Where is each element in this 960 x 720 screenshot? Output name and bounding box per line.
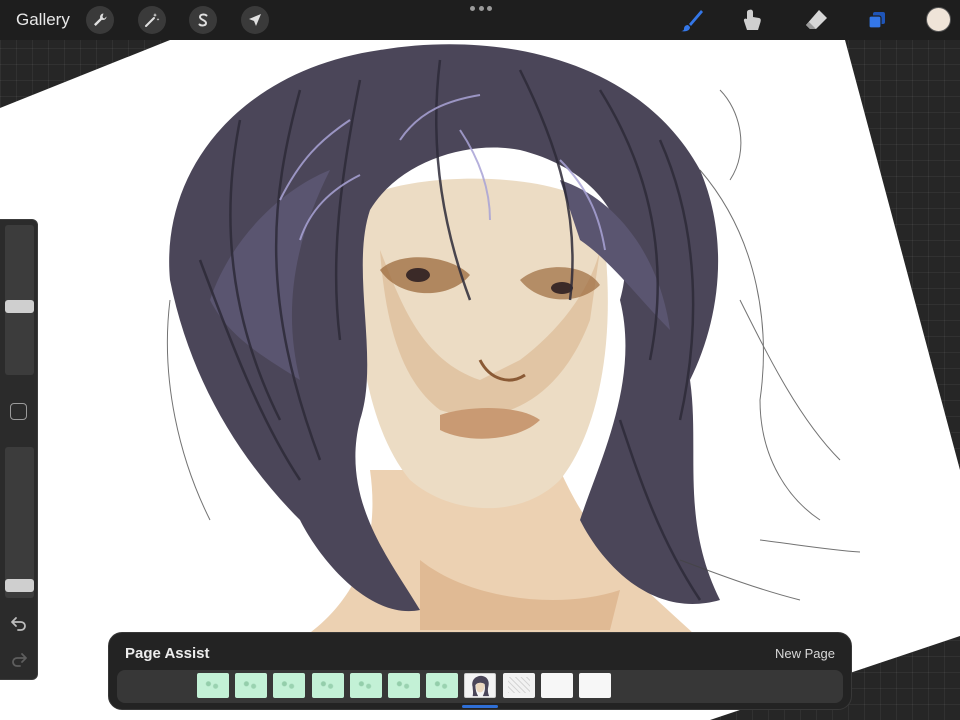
selection-button[interactable] bbox=[189, 6, 217, 34]
square-modify-icon[interactable] bbox=[10, 403, 27, 420]
page-thumbnail[interactable] bbox=[464, 673, 496, 698]
page-thumbnail[interactable] bbox=[235, 673, 267, 698]
top-toolbar: Gallery bbox=[0, 0, 960, 40]
selected-page-indicator bbox=[462, 705, 498, 708]
page-assist-title: Page Assist bbox=[125, 645, 210, 662]
page-thumbnail[interactable] bbox=[426, 673, 458, 698]
undo-icon bbox=[11, 617, 26, 631]
actions-button[interactable] bbox=[86, 6, 114, 34]
magic-wand-icon bbox=[145, 13, 160, 27]
wrench-icon bbox=[94, 13, 107, 26]
portrait-thumbnail-icon bbox=[465, 674, 495, 697]
redo-button[interactable] bbox=[8, 648, 30, 670]
brush-tool-button[interactable] bbox=[677, 5, 707, 35]
drawing-canvas[interactable] bbox=[0, 0, 960, 720]
page-thumbnail[interactable] bbox=[312, 673, 344, 698]
page-thumbnail[interactable] bbox=[541, 673, 573, 698]
layers-icon bbox=[868, 12, 885, 29]
transform-button[interactable] bbox=[241, 6, 269, 34]
page-thumbnail[interactable] bbox=[273, 673, 305, 698]
left-sidebar bbox=[0, 219, 38, 680]
new-page-button[interactable]: New Page bbox=[775, 645, 835, 663]
brush-icon bbox=[681, 10, 703, 32]
brush-size-slider[interactable] bbox=[5, 225, 34, 375]
eraser-icon bbox=[806, 10, 827, 29]
eraser-tool-button[interactable] bbox=[801, 5, 831, 35]
layers-button[interactable] bbox=[862, 5, 892, 35]
page-thumbnail[interactable] bbox=[350, 673, 382, 698]
page-thumbnail[interactable] bbox=[197, 673, 229, 698]
redo-icon bbox=[12, 653, 27, 667]
smudge-icon bbox=[743, 9, 761, 30]
undo-button[interactable] bbox=[8, 612, 30, 634]
page-assist-panel: Page Assist New Page bbox=[108, 632, 852, 710]
page-thumbnail[interactable] bbox=[579, 673, 611, 698]
smudge-tool-button[interactable] bbox=[737, 5, 767, 35]
brush-size-thumb[interactable] bbox=[5, 300, 34, 313]
gallery-button[interactable]: Gallery bbox=[16, 9, 70, 31]
page-thumbnail[interactable] bbox=[388, 673, 420, 698]
page-thumbnail-strip[interactable] bbox=[117, 670, 843, 703]
opacity-slider[interactable] bbox=[5, 447, 34, 598]
selection-s-icon bbox=[198, 13, 208, 27]
page-thumbnail[interactable] bbox=[503, 673, 535, 698]
more-dots-icon[interactable] bbox=[470, 6, 492, 14]
adjustments-button[interactable] bbox=[138, 6, 166, 34]
color-picker-swatch[interactable] bbox=[926, 7, 951, 32]
opacity-thumb[interactable] bbox=[5, 579, 34, 592]
arrow-cursor-icon bbox=[249, 14, 261, 26]
